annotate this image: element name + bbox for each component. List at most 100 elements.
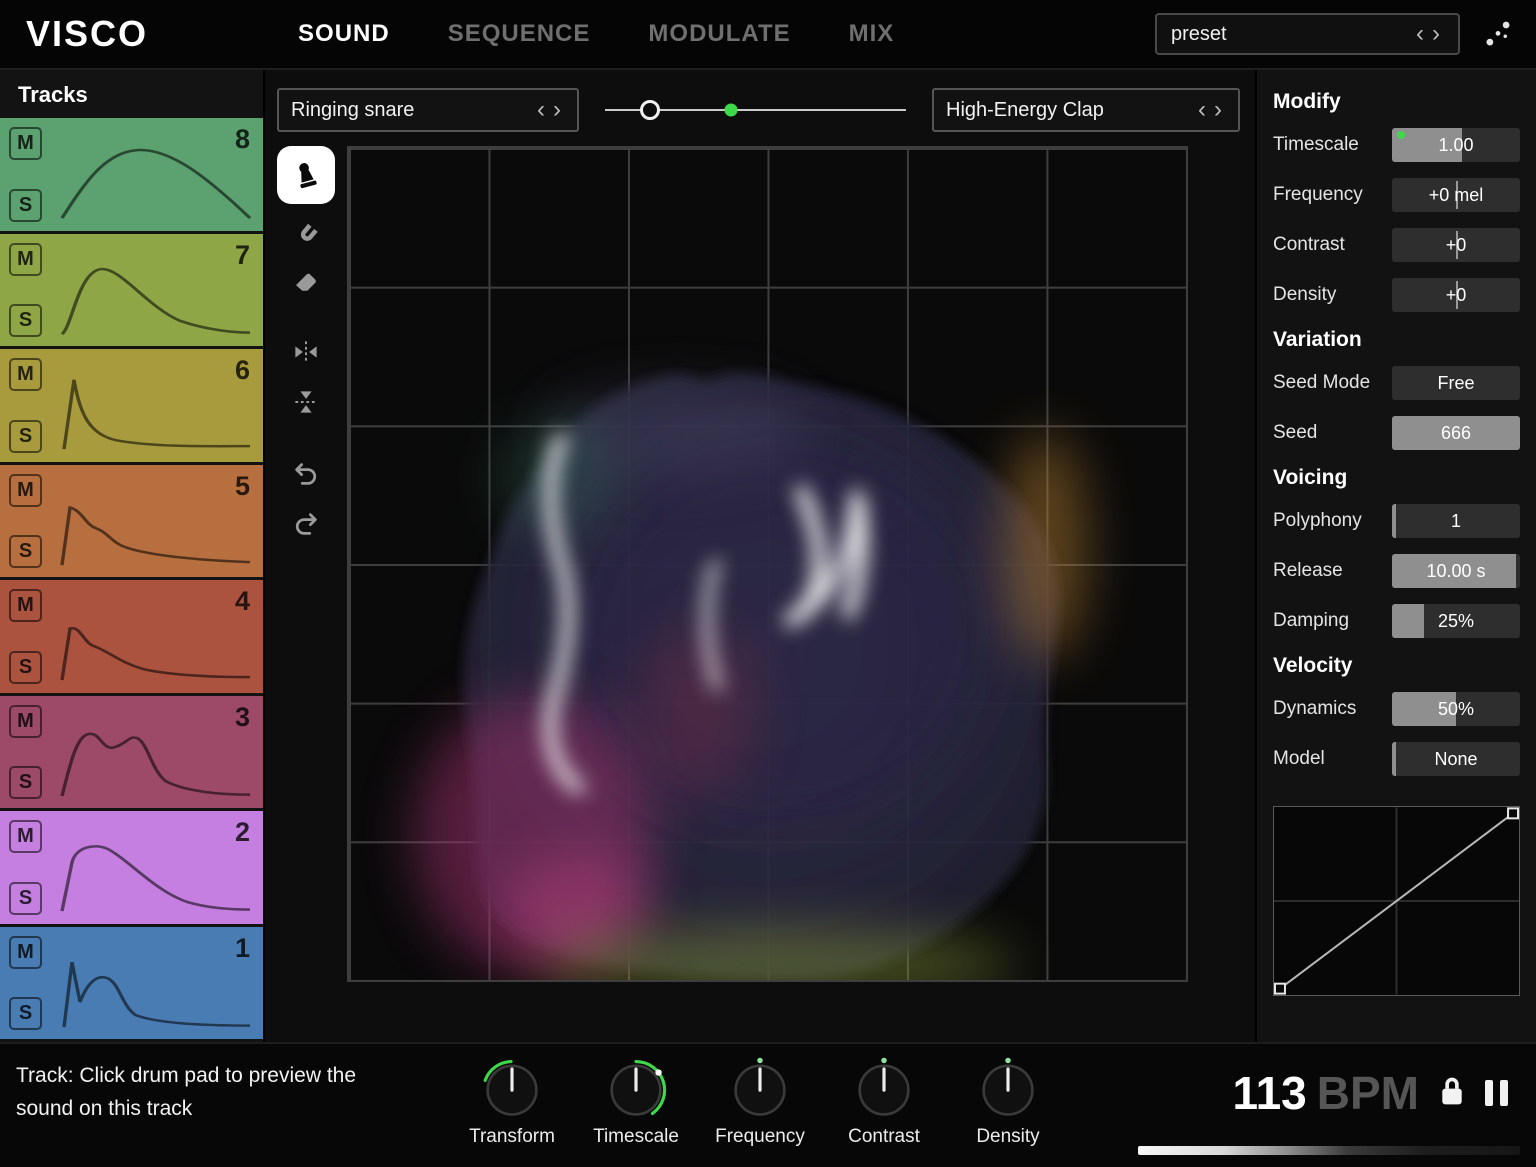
right-next-icon[interactable]: › [1210, 98, 1226, 122]
tab-modulate[interactable]: MODULATE [648, 20, 790, 48]
bpm-display[interactable]: 113BPM [1233, 1066, 1419, 1120]
solo-button[interactable]: S [9, 535, 42, 568]
knob-dial[interactable] [726, 1052, 794, 1124]
track-row[interactable]: M S 3 [0, 696, 263, 809]
param-value: +0 [1392, 228, 1520, 262]
tempo-lock-button[interactable] [1437, 1074, 1467, 1113]
section-title-voicing: Voicing [1273, 466, 1520, 490]
mute-button[interactable]: M [9, 589, 42, 622]
track-row[interactable]: M S 7 [0, 234, 263, 347]
morph-position-dot[interactable] [725, 104, 738, 117]
status-text: Track: Click drum pad to preview the sou… [16, 1060, 416, 1125]
velocity-curve-editor[interactable] [1273, 806, 1520, 996]
knob-label: Contrast [848, 1126, 920, 1148]
tool-flip-horizontal[interactable] [282, 330, 330, 374]
solo-button[interactable]: S [9, 882, 42, 915]
left-next-icon[interactable]: › [549, 98, 565, 122]
right-sound-selector[interactable]: High-Energy Clap ‹ › [932, 88, 1240, 132]
track-row[interactable]: M S 2 [0, 811, 263, 924]
tool-redo[interactable] [282, 502, 330, 546]
solo-button[interactable]: S [9, 304, 42, 337]
param-row: Frequency +0 mel [1273, 178, 1520, 212]
track-row[interactable]: M S 1 [0, 927, 263, 1040]
bpm-value[interactable]: 113 [1233, 1067, 1307, 1119]
param-control-release[interactable]: 10.00 s [1392, 554, 1520, 588]
knob-dial[interactable] [974, 1052, 1042, 1124]
param-label: Release [1273, 560, 1343, 582]
param-control-density[interactable]: +0 [1392, 278, 1520, 312]
solo-button[interactable]: S [9, 766, 42, 799]
tracks-title: Tracks [0, 70, 263, 118]
knob-dial[interactable] [850, 1052, 918, 1124]
tool-undo[interactable] [282, 452, 330, 496]
knob-frequency[interactable]: Frequency [706, 1052, 814, 1148]
track-row[interactable]: M S 8 [0, 118, 263, 231]
preset-next-icon[interactable]: › [1428, 22, 1444, 46]
knob-dial[interactable] [602, 1052, 670, 1124]
sound-canvas[interactable] [347, 146, 1188, 982]
param-row: Model None [1273, 742, 1520, 776]
solo-button[interactable]: S [9, 651, 42, 684]
knob-transform[interactable]: Transform [458, 1052, 566, 1148]
param-label: Model [1273, 748, 1325, 770]
tool-stamp[interactable] [277, 146, 335, 204]
preset-prev-icon[interactable]: ‹ [1412, 22, 1428, 46]
curve-handle-start[interactable] [1275, 984, 1285, 994]
track-row[interactable]: M S 6 [0, 349, 263, 462]
preset-selector[interactable]: preset ‹ › [1155, 13, 1460, 55]
left-prev-icon[interactable]: ‹ [533, 98, 549, 122]
curve-handle-end[interactable] [1508, 808, 1518, 818]
tab-sequence[interactable]: SEQUENCE [448, 20, 591, 48]
knob-density[interactable]: Density [954, 1052, 1062, 1148]
param-control-seed-mode[interactable]: Free [1392, 366, 1520, 400]
mute-button[interactable]: M [9, 820, 42, 853]
left-sound-selector[interactable]: Ringing snare ‹ › [277, 88, 579, 132]
mute-button[interactable]: M [9, 936, 42, 969]
morph-handle[interactable] [640, 100, 660, 120]
param-control-timescale[interactable]: 1.00 [1392, 128, 1520, 162]
param-control-model[interactable]: None [1392, 742, 1520, 776]
tab-mix[interactable]: MIX [849, 20, 895, 48]
mute-button[interactable]: M [9, 127, 42, 160]
param-control-polyphony[interactable]: 1 [1392, 504, 1520, 538]
solo-button[interactable]: S [9, 189, 42, 222]
param-value: 1.00 [1392, 128, 1520, 162]
solo-button[interactable]: S [9, 420, 42, 453]
param-value: Free [1392, 366, 1520, 400]
param-value: 666 [1392, 416, 1520, 450]
solo-button[interactable]: S [9, 997, 42, 1030]
track-row[interactable]: M S 5 [0, 465, 263, 578]
morph-slider[interactable] [605, 88, 906, 132]
track-envelope [56, 943, 256, 1032]
param-row: Timescale 1.00 [1273, 128, 1520, 162]
tool-flip-vertical[interactable] [282, 380, 330, 424]
mute-button[interactable]: M [9, 474, 42, 507]
flip-vertical-icon [291, 387, 321, 417]
track-envelope [56, 827, 256, 916]
param-label: Frequency [1273, 184, 1363, 206]
param-control-contrast[interactable]: +0 [1392, 228, 1520, 262]
mute-button[interactable]: M [9, 705, 42, 738]
mute-button[interactable]: M [9, 243, 42, 276]
tool-eraser[interactable] [282, 260, 330, 304]
knob-timescale[interactable]: Timescale [582, 1052, 690, 1148]
pause-icon [1485, 1080, 1493, 1106]
param-control-seed[interactable]: 666 [1392, 416, 1520, 450]
undo-icon [291, 459, 321, 489]
param-control-frequency[interactable]: +0 mel [1392, 178, 1520, 212]
section-title-variation: Variation [1273, 328, 1520, 352]
randomize-button[interactable] [1474, 10, 1522, 58]
pause-button[interactable] [1485, 1080, 1508, 1106]
param-control-dynamics[interactable]: 50% [1392, 692, 1520, 726]
mute-button[interactable]: M [9, 358, 42, 391]
tab-sound[interactable]: SOUND [298, 20, 390, 48]
transport-progress[interactable] [1138, 1146, 1520, 1155]
track-row[interactable]: M S 4 [0, 580, 263, 693]
knob-dial[interactable] [478, 1052, 546, 1124]
tool-magnet[interactable] [282, 214, 330, 258]
param-label: Contrast [1273, 234, 1345, 256]
knob-contrast[interactable]: Contrast [830, 1052, 938, 1148]
param-value: None [1392, 742, 1520, 776]
param-control-damping[interactable]: 25% [1392, 604, 1520, 638]
right-prev-icon[interactable]: ‹ [1194, 98, 1210, 122]
